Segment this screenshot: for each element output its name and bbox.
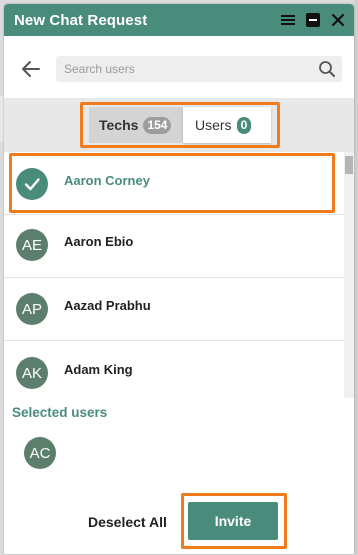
user-row-aaron-ebio[interactable]: AE Aaron Ebio	[4, 215, 344, 278]
window-titlebar: New Chat Request	[4, 4, 354, 36]
user-name: Adam King	[64, 362, 133, 377]
deselect-all-button[interactable]: Deselect All	[88, 514, 167, 530]
invite-button[interactable]: Invite	[188, 502, 278, 540]
scrollbar-thumb[interactable]	[345, 156, 353, 174]
search-box	[56, 56, 342, 82]
avatar: AE	[16, 229, 48, 261]
menu-icon[interactable]	[280, 12, 296, 28]
selected-user-avatar[interactable]: AC	[24, 437, 56, 469]
tabs-bar: Techs 154 Users 0	[4, 98, 354, 152]
techs-count-badge: 154	[143, 116, 172, 134]
user-row-aazad-prabhu[interactable]: AP Aazad Prabhu	[4, 278, 344, 341]
checkmark-icon	[24, 178, 40, 191]
tab-users[interactable]: Users 0	[183, 107, 271, 143]
background-app-edge	[354, 0, 358, 555]
window-title: New Chat Request	[14, 11, 148, 29]
selected-check-avatar[interactable]	[16, 168, 48, 200]
user-list: Aaron Corney AE Aaron Ebio AP Aazad Prab…	[4, 152, 344, 398]
minimize-icon[interactable]	[305, 12, 321, 28]
back-arrow-icon[interactable]	[20, 58, 42, 80]
tab-users-label: Users	[195, 117, 232, 133]
user-list-scrollbar[interactable]	[344, 152, 354, 398]
user-name: Aaron Ebio	[64, 234, 134, 249]
user-row-aaron-corney[interactable]: Aaron Corney	[4, 152, 344, 215]
avatar: AK	[16, 357, 48, 389]
search-row	[4, 36, 354, 98]
user-row-adam-king[interactable]: AK Adam King	[4, 341, 344, 398]
users-count-badge: 0	[236, 116, 252, 134]
search-icon[interactable]	[318, 60, 336, 78]
tab-techs[interactable]: Techs 154	[89, 107, 183, 143]
user-name: Aazad Prabhu	[64, 298, 151, 313]
avatar: AP	[16, 293, 48, 325]
titlebar-controls	[280, 12, 346, 28]
tab-techs-label: Techs	[99, 117, 139, 133]
user-name: Aaron Corney	[64, 173, 150, 188]
search-input[interactable]	[56, 56, 296, 82]
footer: Deselect All Invite	[4, 490, 354, 554]
selected-users-title: Selected users	[12, 405, 108, 420]
close-icon[interactable]	[330, 12, 346, 28]
new-chat-request-window: New Chat Request Search users Techs 154 …	[4, 4, 354, 554]
selected-row-highlight	[9, 153, 335, 213]
